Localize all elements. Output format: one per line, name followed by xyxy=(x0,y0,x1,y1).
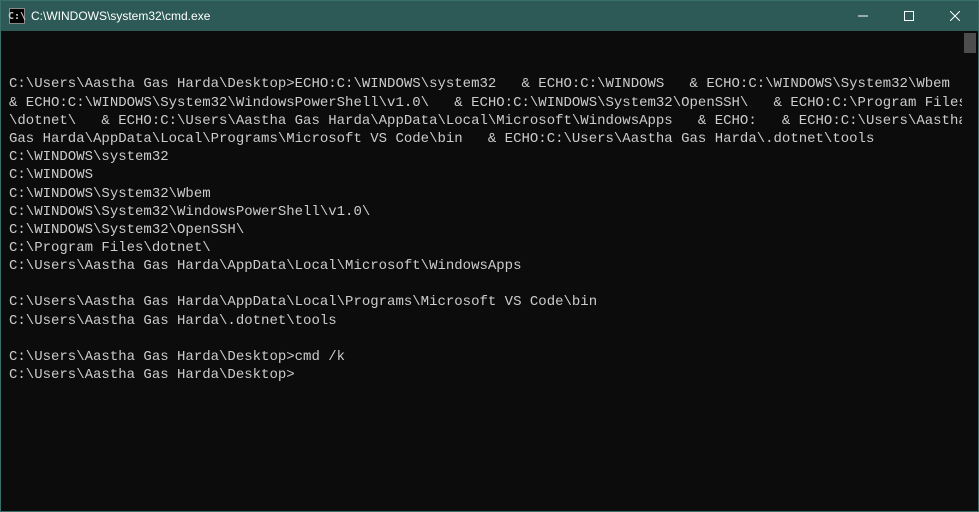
terminal-line: C:\Users\Aastha Gas Harda\AppData\Local\… xyxy=(9,293,970,311)
terminal-line: C:\WINDOWS\System32\OpenSSH\ xyxy=(9,221,970,239)
terminal-line: C:\Users\Aastha Gas Harda\.dotnet\tools xyxy=(9,312,970,330)
terminal-line: C:\Users\Aastha Gas Harda\Desktop>ECHO:C… xyxy=(9,75,970,148)
terminal-output[interactable]: C:\Users\Aastha Gas Harda\Desktop>ECHO:C… xyxy=(1,31,978,511)
titlebar-left: C:\ C:\WINDOWS\system32\cmd.exe xyxy=(1,8,210,24)
terminal-line: C:\Users\Aastha Gas Harda\AppData\Local\… xyxy=(9,257,970,275)
terminal-line: C:\WINDOWS\System32\Wbem xyxy=(9,185,970,203)
minimize-button[interactable] xyxy=(840,1,886,31)
terminal-line: C:\Users\Aastha Gas Harda\Desktop>cmd /k xyxy=(9,348,970,366)
terminal-line: C:\Program Files\dotnet\ xyxy=(9,239,970,257)
cmd-icon: C:\ xyxy=(9,8,25,24)
window-controls xyxy=(840,1,978,31)
window-title: C:\WINDOWS\system32\cmd.exe xyxy=(31,9,210,23)
maximize-button[interactable] xyxy=(886,1,932,31)
terminal-line: C:\WINDOWS\system32 xyxy=(9,148,970,166)
titlebar[interactable]: C:\ C:\WINDOWS\system32\cmd.exe xyxy=(1,1,978,31)
terminal-line xyxy=(9,275,970,293)
minimize-icon xyxy=(858,11,868,21)
cmd-window: C:\ C:\WINDOWS\system32\cmd.exe C:\Users… xyxy=(0,0,979,512)
terminal-line xyxy=(9,330,970,348)
terminal-line: C:\Users\Aastha Gas Harda\Desktop> xyxy=(9,366,970,384)
close-button[interactable] xyxy=(932,1,978,31)
close-icon xyxy=(950,11,960,21)
terminal-line: C:\WINDOWS\System32\WindowsPowerShell\v1… xyxy=(9,203,970,221)
scroll-thumb[interactable] xyxy=(964,33,976,53)
terminal-line: C:\WINDOWS xyxy=(9,166,970,184)
maximize-icon xyxy=(904,11,914,21)
scrollbar[interactable] xyxy=(962,31,978,511)
